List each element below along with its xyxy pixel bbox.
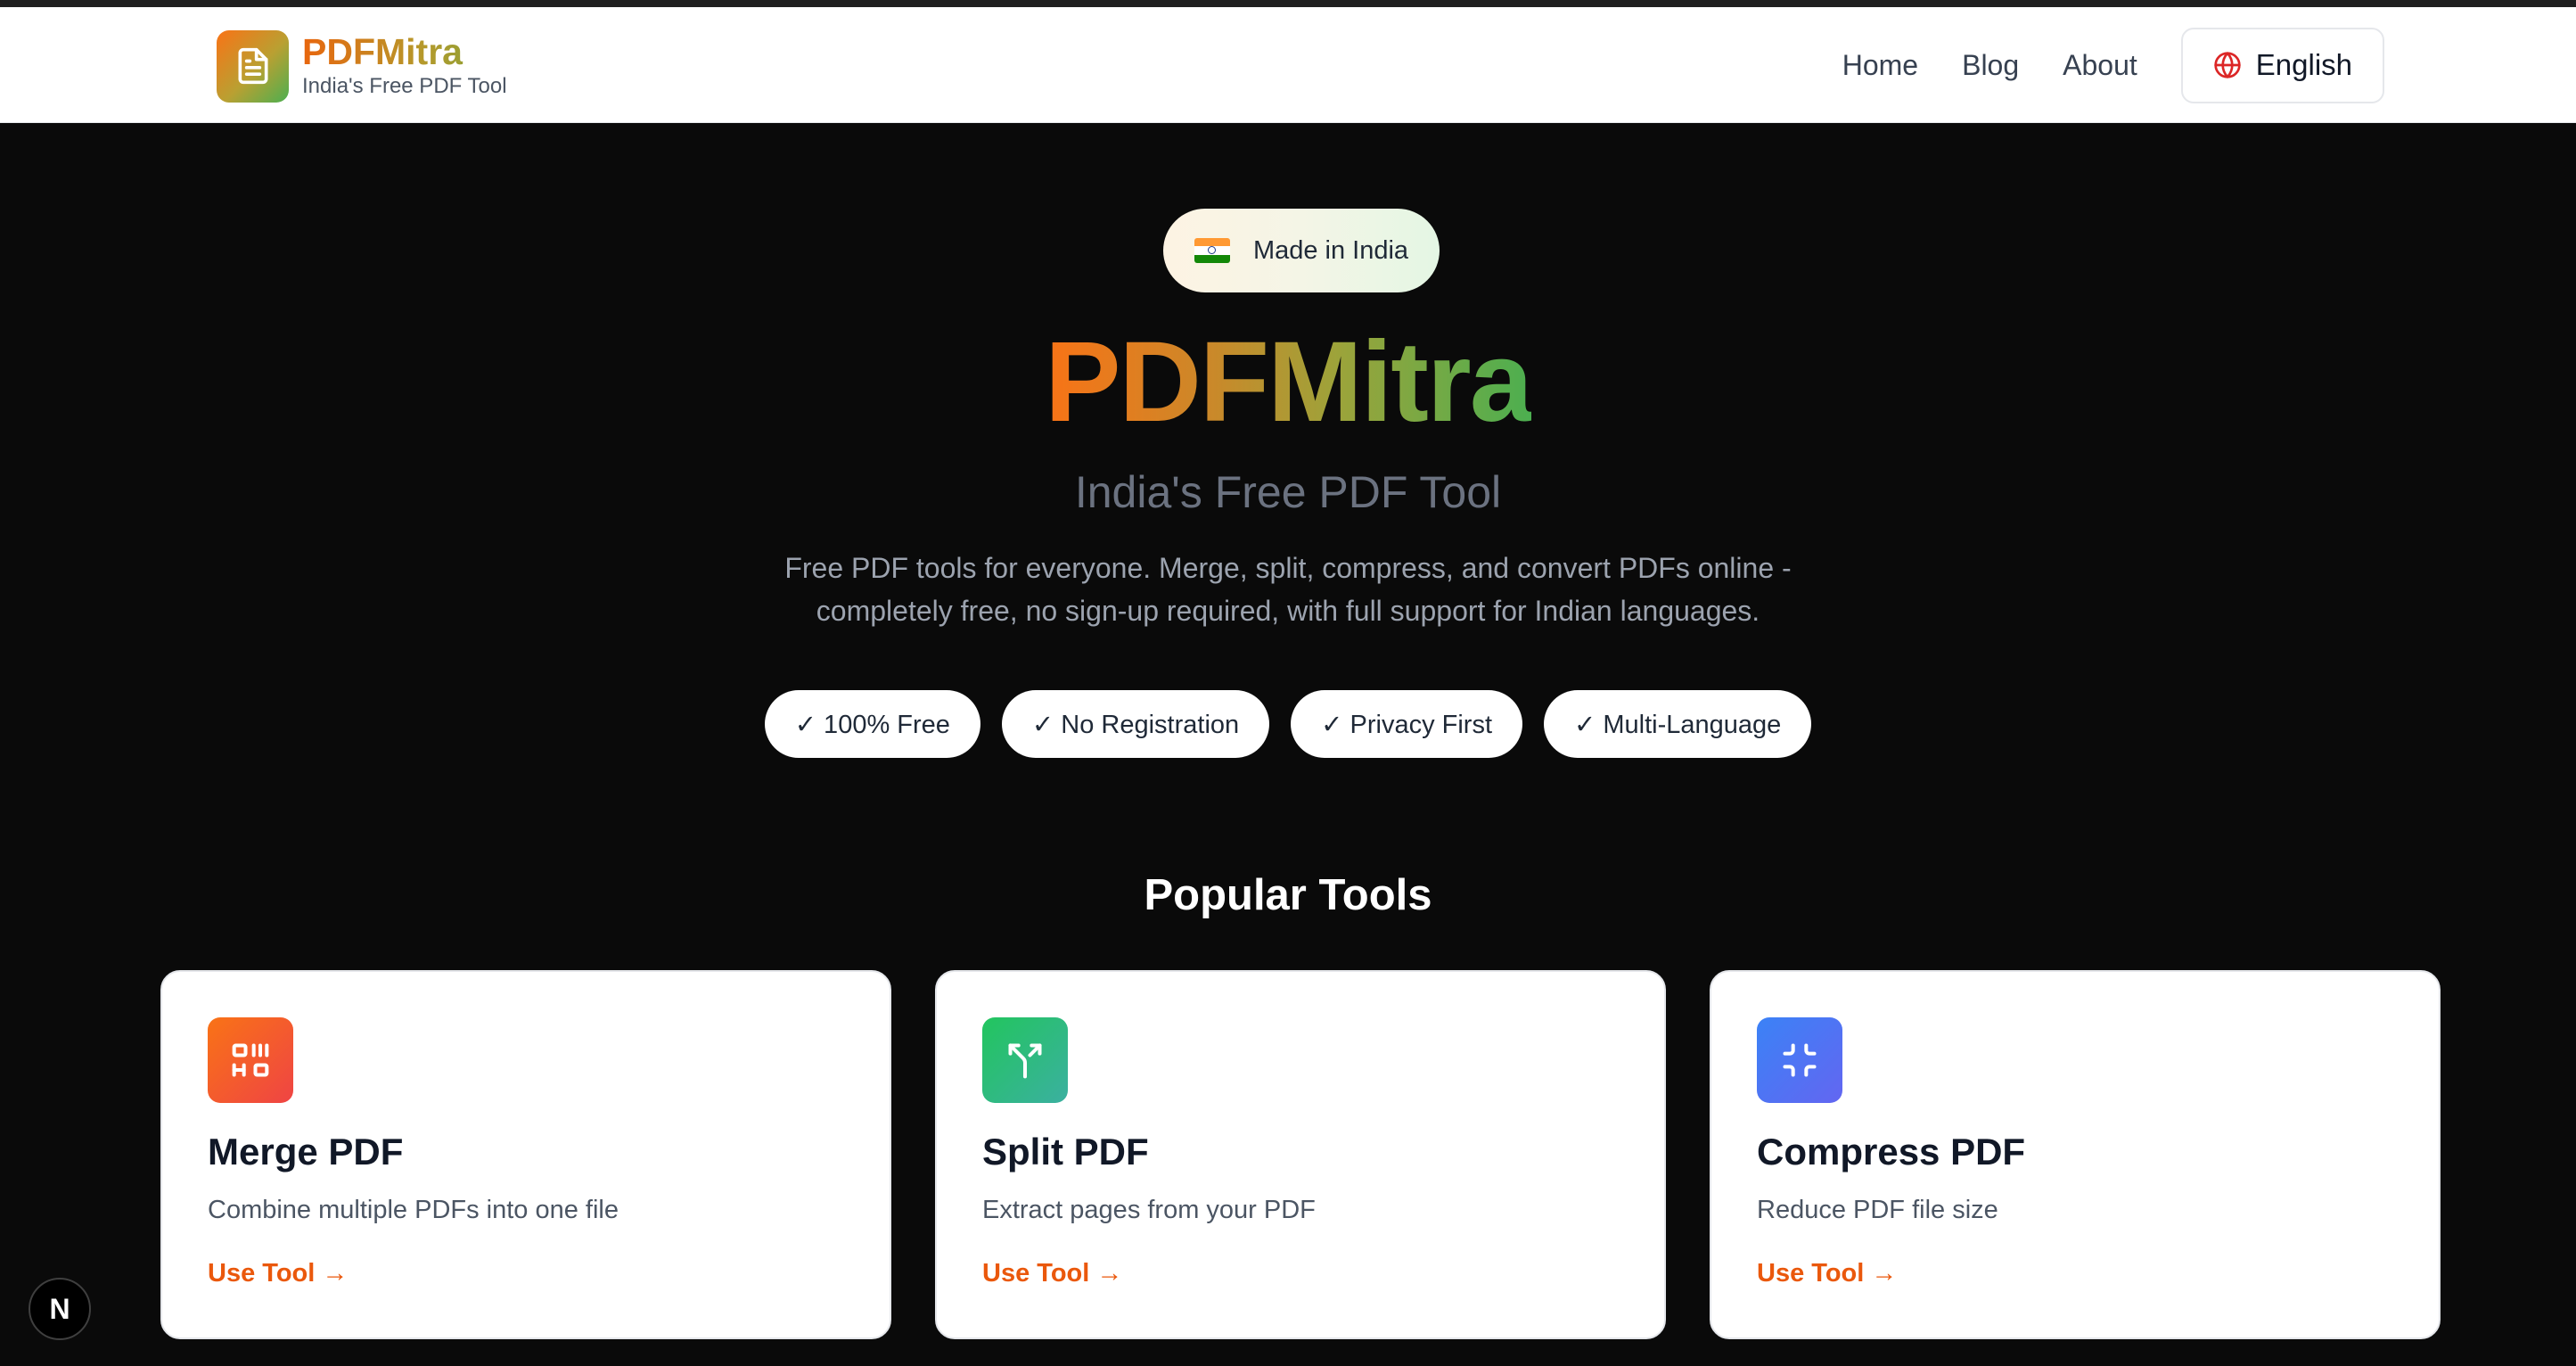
language-selector-button[interactable]: English xyxy=(2180,27,2384,103)
compress-icon xyxy=(1757,1017,1842,1103)
brand-name: PDFMitra xyxy=(302,31,507,72)
tool-card-merge[interactable]: Merge PDF Combine multiple PDFs into one… xyxy=(160,970,891,1339)
split-icon xyxy=(982,1017,1068,1103)
window-top-border xyxy=(0,0,2576,7)
use-tool-link-split[interactable]: Use Tool → xyxy=(982,1259,1122,1288)
feature-pill-multi-language: ✓ Multi-Language xyxy=(1544,690,1812,758)
nav-about[interactable]: About xyxy=(2063,49,2137,82)
india-flag-icon xyxy=(1194,238,1230,263)
document-icon xyxy=(217,29,289,103)
language-label: English xyxy=(2255,48,2352,81)
hero-subtitle: India's Free PDF Tool xyxy=(1074,467,1502,517)
hero-description: Free PDF tools for everyone. Merge, spli… xyxy=(784,552,1792,627)
made-in-india-badge: Made in India xyxy=(1163,209,1440,292)
tool-title: Compress PDF xyxy=(1757,1131,2026,1173)
nav-home[interactable]: Home xyxy=(1842,49,1918,82)
popular-tools-heading: Popular Tools xyxy=(1144,871,1432,919)
brand-logo-link[interactable]: PDFMitra India's Free PDF Tool xyxy=(217,29,507,103)
hero-title: PDFMitra xyxy=(1045,318,1533,446)
tool-title: Merge PDF xyxy=(208,1131,404,1173)
main-nav: Home Blog About English xyxy=(1842,27,2384,103)
feature-pill-no-registration: ✓ No Registration xyxy=(1001,690,1270,758)
feature-pill-privacy: ✓ Privacy First xyxy=(1291,690,1523,758)
nav-blog[interactable]: Blog xyxy=(1962,49,2019,82)
feature-pills: ✓ 100% Free ✓ No Registration ✓ Privacy … xyxy=(0,690,2576,758)
feature-pill-free: ✓ 100% Free xyxy=(764,690,980,758)
brand-tagline: India's Free PDF Tool xyxy=(302,74,507,98)
tool-description: Extract pages from your PDF xyxy=(982,1196,1316,1224)
use-tool-link-merge[interactable]: Use Tool → xyxy=(208,1259,348,1288)
tool-description: Reduce PDF file size xyxy=(1757,1196,1998,1224)
globe-icon xyxy=(2214,52,2241,78)
tool-card-split[interactable]: Split PDF Extract pages from your PDF Us… xyxy=(935,970,1666,1339)
merge-icon xyxy=(208,1017,293,1103)
tool-description: Combine multiple PDFs into one file xyxy=(208,1196,619,1224)
tool-title: Split PDF xyxy=(982,1131,1149,1173)
tool-card-compress[interactable]: Compress PDF Reduce PDF file size Use To… xyxy=(1710,970,2441,1339)
badge-label: Made in India xyxy=(1252,235,1409,265)
use-tool-link-compress[interactable]: Use Tool → xyxy=(1757,1259,1897,1288)
nextjs-dev-badge[interactable]: N xyxy=(29,1278,91,1340)
site-header: PDFMitra India's Free PDF Tool Home Blog… xyxy=(0,7,2576,123)
